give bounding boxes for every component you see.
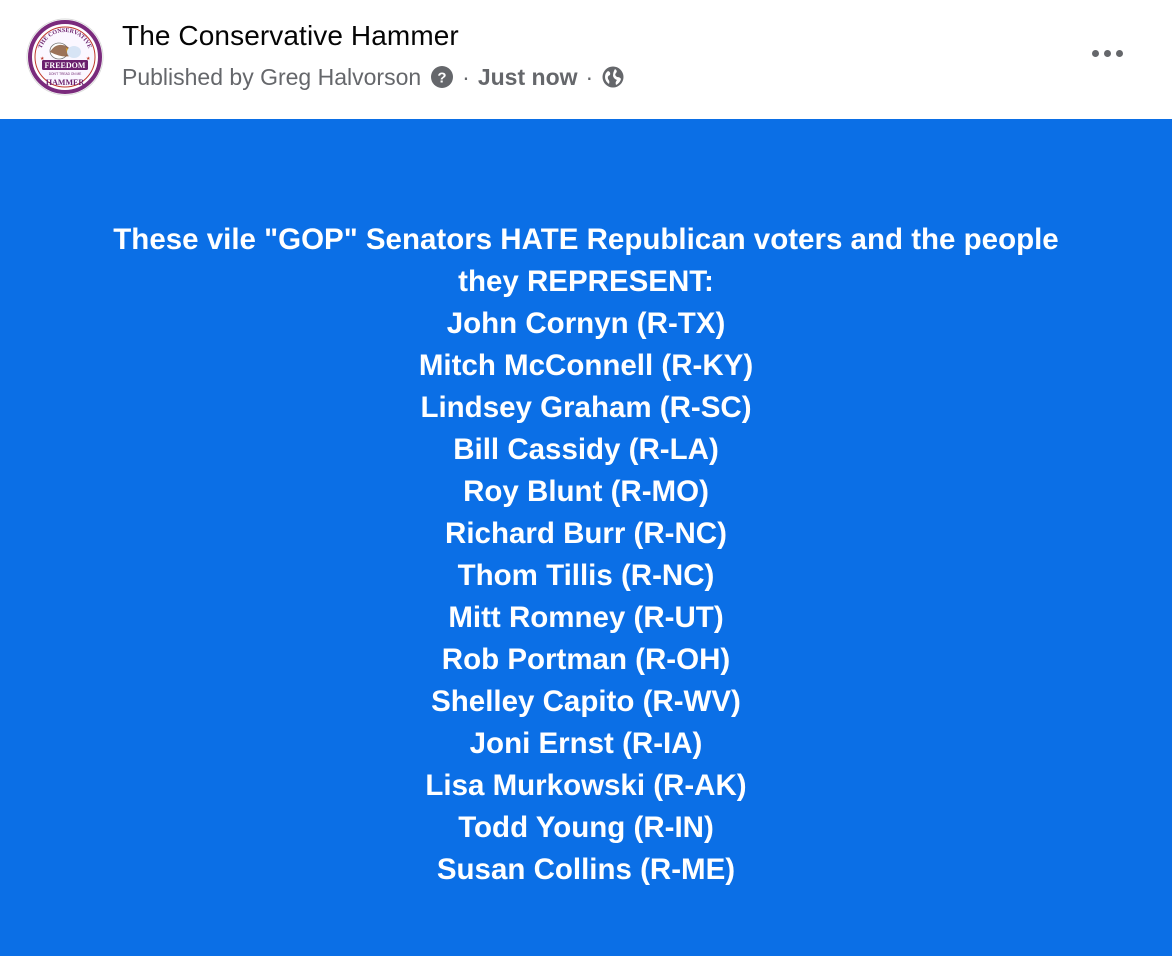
senator-line: Lindsey Graham (R-SC) xyxy=(420,391,752,424)
more-horizontal-icon xyxy=(1091,49,1099,57)
post-text: These vile "GOP" Senators HATE Republica… xyxy=(40,219,1132,891)
page-logo-icon: FREEDOM THE CONSERVATIVE DON'T TREAD ON … xyxy=(26,18,104,96)
senator-line: Shelley Capito (R-WV) xyxy=(431,685,741,718)
meta-separator-2: · xyxy=(585,63,594,90)
facebook-post: FREEDOM THE CONSERVATIVE DON'T TREAD ON … xyxy=(0,0,1172,956)
page-avatar[interactable]: FREEDOM THE CONSERVATIVE DON'T TREAD ON … xyxy=(26,18,104,96)
globe-icon[interactable] xyxy=(601,65,625,89)
page-name-link[interactable]: The Conservative Hammer xyxy=(122,20,459,52)
post-heading-line: they REPRESENT: xyxy=(458,265,714,298)
publisher-text: Published by Greg Halvorson xyxy=(122,63,422,90)
avatar-freedom-text: FREEDOM xyxy=(45,61,86,70)
avatar-bottom-text: HAMMER xyxy=(46,78,84,87)
senator-line: Richard Burr (R-NC) xyxy=(445,517,727,550)
post-background-card: These vile "GOP" Senators HATE Republica… xyxy=(0,119,1172,956)
senator-line: Todd Young (R-IN) xyxy=(458,811,714,844)
avatar-star-right-icon: ★ xyxy=(86,56,91,62)
senator-line: Roy Blunt (R-MO) xyxy=(463,475,709,508)
senator-line: Bill Cassidy (R-LA) xyxy=(453,433,719,466)
post-heading-line: These vile "GOP" Senators HATE Republica… xyxy=(113,223,1059,256)
post-timestamp[interactable]: Just now xyxy=(478,64,578,91)
senator-line: Joni Ernst (R-IA) xyxy=(469,727,703,760)
post-meta: Published by Greg Halvorson ? · Just now… xyxy=(122,62,625,92)
svg-text:?: ? xyxy=(438,70,447,87)
avatar-motto-text: DON'T TREAD ON ME xyxy=(49,72,82,76)
senator-line: Mitt Romney (R-UT) xyxy=(448,601,724,634)
senator-line: John Cornyn (R-TX) xyxy=(446,307,726,340)
avatar-star-left-icon: ★ xyxy=(40,56,45,62)
senator-line: Thom Tillis (R-NC) xyxy=(457,559,715,592)
more-options-button[interactable] xyxy=(1084,36,1130,70)
meta-separator: · xyxy=(462,63,470,90)
question-circle-icon[interactable]: ? xyxy=(430,65,454,89)
senator-line: Lisa Murkowski (R-AK) xyxy=(425,769,747,802)
senator-line: Susan Collins (R-ME) xyxy=(436,853,736,886)
senator-line: Mitch McConnell (R-KY) xyxy=(418,349,754,382)
post-header: FREEDOM THE CONSERVATIVE DON'T TREAD ON … xyxy=(0,0,1172,119)
senator-line: Rob Portman (R-OH) xyxy=(441,643,731,676)
